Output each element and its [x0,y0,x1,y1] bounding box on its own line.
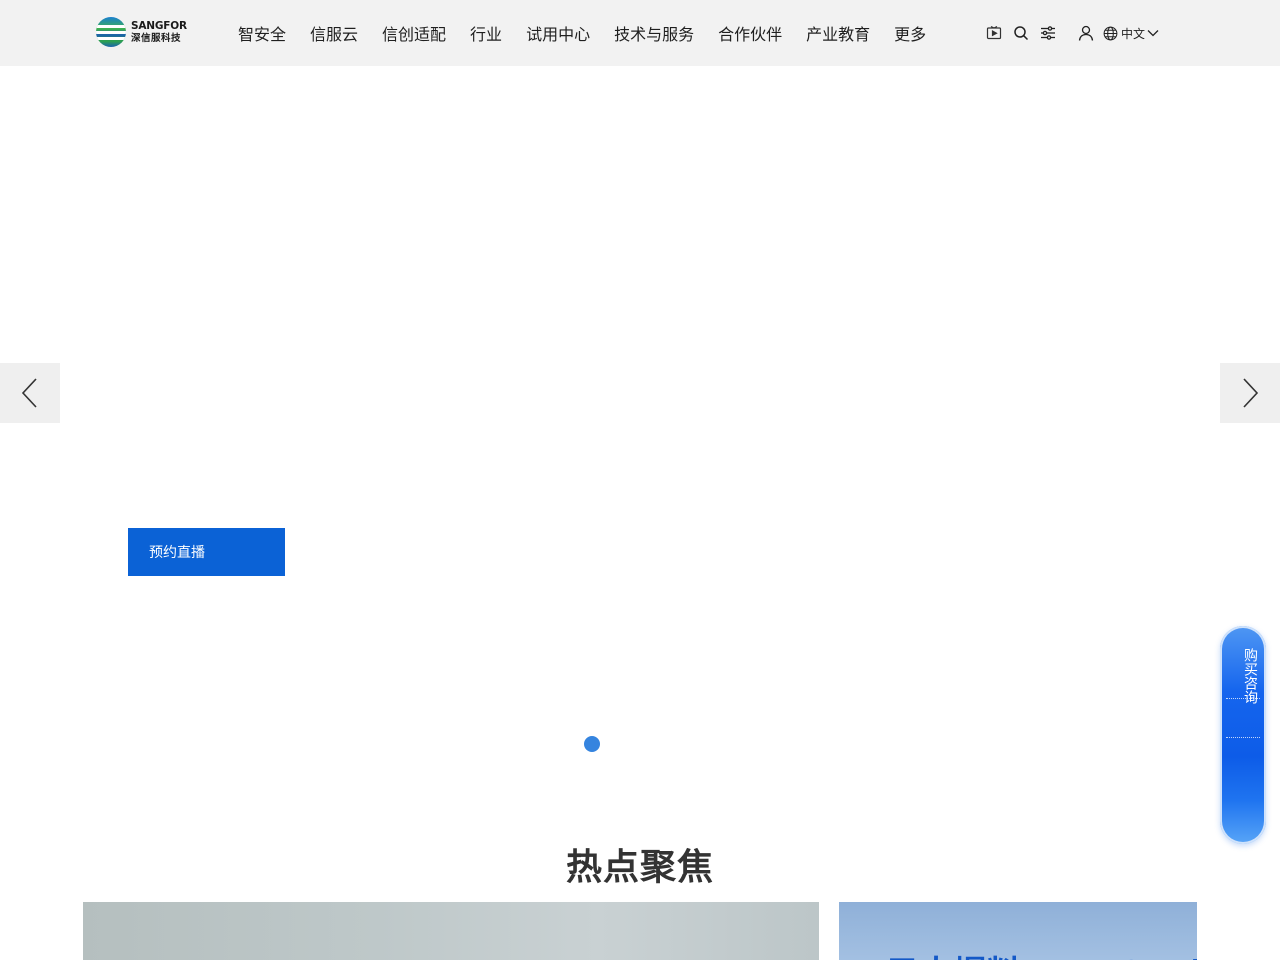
hot-focus-title: 热点聚焦 [565,847,714,888]
settings-sliders-icon[interactable] [1039,24,1057,42]
main-nav: 智安全 信服云 信创适配 行业 试用中心 技术与服务 合作伙伴 产业教育 更多 [238,0,950,66]
sangfor-logo[interactable]: SANGFOR 深信服科技 [96,17,190,47]
sangfor-globe-icon [96,17,126,47]
logo-text-en: SANGFOR [131,20,187,32]
language-switcher[interactable]: 中文 [1103,25,1159,42]
site-header: SANGFOR 深信服科技 智安全 信服云 信创适配 行业 试用中心 技术与服务… [0,0,1280,66]
chevron-left-icon [21,378,37,408]
nav-item-tech-service[interactable]: 技术与服务 [614,21,694,45]
purchase-consult-widget: 购买咨询 [1220,626,1266,844]
globe-icon [1103,26,1118,40]
video-play-icon[interactable] [985,24,1003,42]
widget-slot-2[interactable] [1220,699,1266,737]
carousel-prev-button[interactable] [0,363,60,423]
nav-item-xinchuang[interactable]: 信创适配 [382,21,446,45]
nav-item-partners[interactable]: 合作伙伴 [718,21,782,45]
nav-item-sangfor-cloud[interactable]: 信服云 [310,21,358,45]
header-tools: 中文 [985,23,1159,43]
nav-item-smart-security[interactable]: 智安全 [238,21,286,45]
user-icon[interactable] [1077,24,1095,42]
hot-focus-card-side[interactable]: 云大爆料DeepSeek [839,902,1197,960]
carousel-next-button[interactable] [1220,363,1280,423]
book-livestream-button[interactable]: 预约直播 [128,528,285,576]
hot-focus-card-side-text: 云大爆料DeepSeek [885,946,1197,960]
hot-focus-card-main[interactable] [83,902,819,960]
carousel-dot-active[interactable] [584,736,600,752]
nav-item-education[interactable]: 产业教育 [806,21,870,45]
widget-slot-3[interactable] [1220,738,1266,828]
chevron-right-icon [1243,378,1259,408]
nav-item-trial-center[interactable]: 试用中心 [526,21,590,45]
nav-item-industry[interactable]: 行业 [470,21,502,45]
hero-carousel: 预约直播 [0,66,1280,786]
language-label: 中文 [1121,26,1146,41]
search-icon[interactable] [1012,24,1030,42]
carousel-pagination [584,736,600,752]
nav-item-more[interactable]: 更多 [894,21,926,45]
logo-text-cn: 深信服科技 [131,32,182,44]
purchase-consult-link[interactable]: 购买咨询 [1220,648,1266,704]
chevron-down-icon [1147,30,1159,37]
